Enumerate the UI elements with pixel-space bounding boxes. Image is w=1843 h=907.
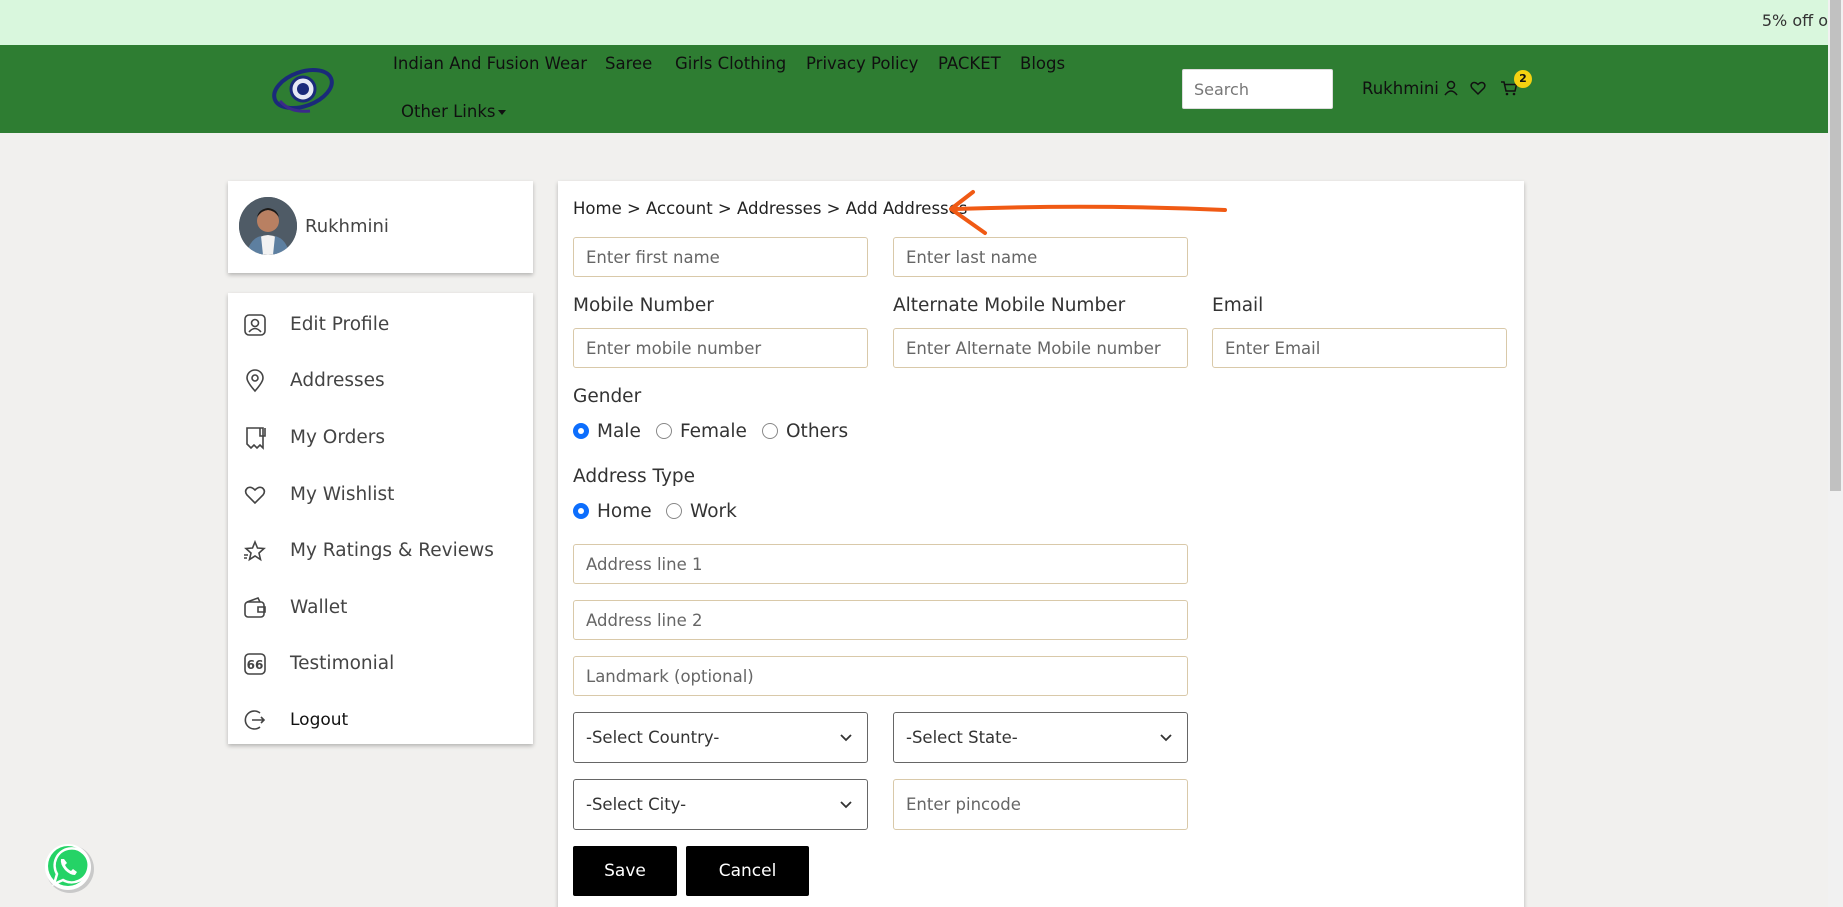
cancel-button[interactable]: Cancel: [686, 846, 809, 896]
avatar: [239, 197, 297, 255]
state-select-value: -Select State-: [906, 728, 1018, 747]
sidebar-item-label: My Ratings & Reviews: [290, 540, 494, 561]
promo-bar: 5% off o: [0, 0, 1828, 45]
gender-radio-male[interactable]: [573, 423, 589, 439]
gender-radio-others[interactable]: [762, 423, 778, 439]
logout-icon: [244, 710, 266, 730]
address-type-label: Address Type: [573, 466, 696, 487]
mobile-number-field[interactable]: [573, 328, 868, 368]
alternate-mobile-field[interactable]: [893, 328, 1188, 368]
sidebar-item-label: Testimonial: [290, 653, 395, 674]
sidebar-item-testimonial[interactable]: 66 Testimonial: [228, 638, 533, 686]
address-type-option-label[interactable]: Work: [690, 501, 737, 522]
address-type-option-label[interactable]: Home: [597, 501, 652, 522]
wallet-icon: [244, 597, 266, 618]
add-address-form: Home > Account > Addresses > Add Address…: [558, 181, 1524, 907]
nav-link-privacy-policy[interactable]: Privacy Policy: [806, 54, 918, 73]
heart-icon[interactable]: [1469, 79, 1487, 97]
sidebar-item-edit-profile[interactable]: Edit Profile: [228, 299, 533, 347]
promo-text: 5% off o: [1761, 11, 1828, 30]
sidebar-item-my-orders[interactable]: My Orders: [228, 412, 533, 460]
gender-option-label[interactable]: Female: [680, 421, 747, 442]
breadcrumb: Home > Account > Addresses > Add Address…: [573, 199, 968, 218]
annotation-arrow-icon: [949, 190, 1227, 235]
gender-label: Gender: [573, 386, 642, 407]
nav-link-girls-clothing[interactable]: Girls Clothing: [675, 54, 786, 73]
gender-option-label[interactable]: Others: [786, 421, 848, 442]
user-icon[interactable]: [1442, 79, 1460, 97]
quote-icon: 66: [244, 653, 266, 675]
nav-user-name[interactable]: Rukhmini: [1362, 79, 1439, 98]
cart-count-badge: 2: [1514, 70, 1532, 88]
address-line-2-field[interactable]: [573, 600, 1188, 640]
nav-link-blogs[interactable]: Blogs: [1020, 54, 1065, 73]
chevron-down-icon: [840, 800, 852, 808]
save-button[interactable]: Save: [573, 846, 677, 896]
sidebar-item-my-wishlist[interactable]: My Wishlist: [228, 469, 533, 517]
sidebar-item-label: Wallet: [290, 597, 348, 618]
address-type-radio-work[interactable]: [666, 503, 682, 519]
landmark-field[interactable]: [573, 656, 1188, 696]
nav-link-saree[interactable]: Saree: [605, 54, 652, 73]
sidebar-item-label: Addresses: [290, 370, 385, 391]
sidebar-item-addresses[interactable]: Addresses: [228, 355, 533, 403]
nav-link-indian-fusion-wear[interactable]: Indian And Fusion Wear: [393, 54, 587, 73]
city-select-value: -Select City-: [586, 795, 687, 814]
other-links-dropdown[interactable]: Other Links: [401, 102, 507, 121]
sidebar-item-label: My Wishlist: [290, 484, 395, 505]
heart-icon: [244, 486, 266, 505]
receipt-icon: [246, 427, 266, 450]
gender-radio-female[interactable]: [656, 423, 672, 439]
pincode-field[interactable]: [893, 779, 1188, 830]
country-select[interactable]: -Select Country-: [573, 712, 868, 763]
location-pin-icon: [246, 369, 264, 393]
page-scrollbar-thumb[interactable]: [1830, 0, 1841, 491]
sidebar-item-wallet[interactable]: Wallet: [228, 582, 533, 630]
star-review-icon: [244, 539, 266, 562]
country-select-value: -Select Country-: [586, 728, 720, 747]
account-sidebar-menu: Edit Profile Addresses My Orders My Wish…: [228, 293, 533, 744]
address-type-radio-home[interactable]: [573, 503, 589, 519]
sidebar-item-label: My Orders: [290, 427, 386, 448]
nav-link-packet[interactable]: PACKET: [938, 54, 1001, 73]
profile-name: Rukhmini: [305, 216, 389, 237]
profile-card: Rukhmini: [228, 181, 533, 273]
whatsapp-icon[interactable]: [42, 840, 96, 894]
chevron-down-icon: [840, 733, 852, 741]
sidebar-item-my-ratings-reviews[interactable]: My Ratings & Reviews: [228, 525, 533, 573]
last-name-field[interactable]: [893, 237, 1188, 277]
user-card-icon: [244, 314, 266, 336]
caret-down-icon: [498, 110, 507, 115]
state-select[interactable]: -Select State-: [893, 712, 1188, 763]
logo-icon[interactable]: [270, 61, 336, 117]
search-input[interactable]: [1182, 69, 1333, 109]
email-label: Email: [1212, 295, 1264, 316]
email-field[interactable]: [1212, 328, 1507, 368]
gender-option-label[interactable]: Male: [597, 421, 641, 442]
mobile-number-label: Mobile Number: [573, 295, 714, 316]
chevron-down-icon: [1160, 733, 1172, 741]
top-navbar: Indian And Fusion Wear Saree Girls Cloth…: [0, 45, 1828, 133]
svg-text:66: 66: [247, 658, 264, 672]
first-name-field[interactable]: [573, 237, 868, 277]
alternate-mobile-label: Alternate Mobile Number: [893, 295, 1126, 316]
address-line-1-field[interactable]: [573, 544, 1188, 584]
other-links-label: Other Links: [401, 102, 496, 121]
sidebar-item-label: Logout: [290, 710, 349, 730]
sidebar-item-logout[interactable]: Logout: [228, 694, 533, 742]
sidebar-item-label: Edit Profile: [290, 314, 390, 335]
city-select[interactable]: -Select City-: [573, 779, 868, 830]
